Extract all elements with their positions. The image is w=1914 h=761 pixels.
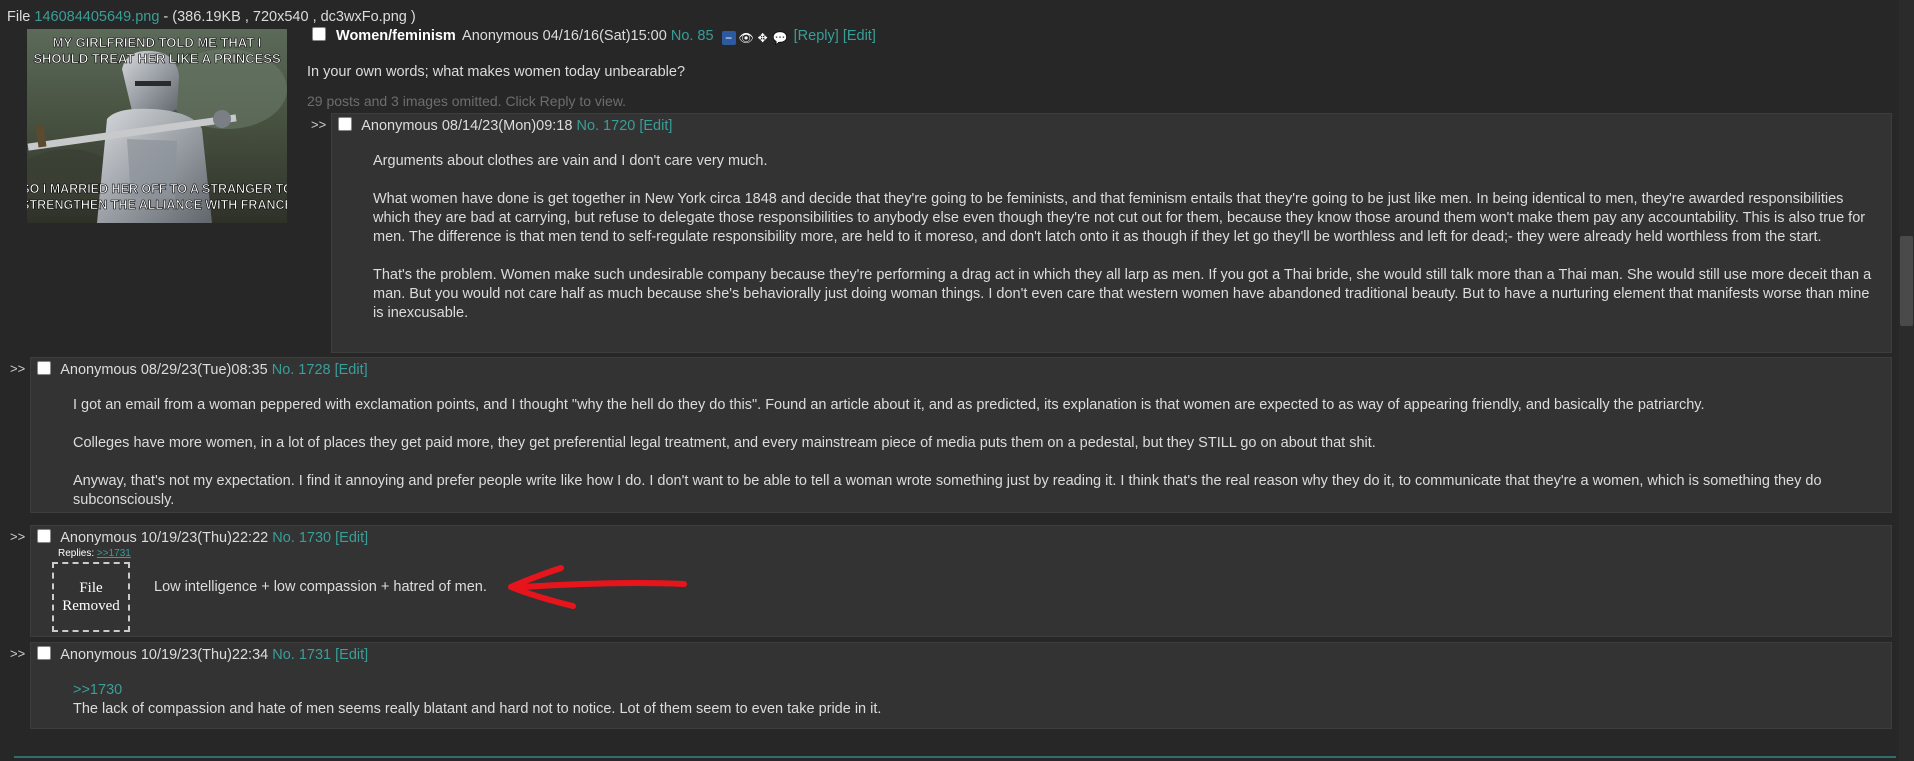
svg-text:SHOULD TREAT HER LIKE A PRINCE: SHOULD TREAT HER LIKE A PRINCESS: [33, 51, 281, 66]
eye-icon[interactable]: 👁: [739, 31, 754, 45]
file-details: - (386.19KB , 720x540 , dc3wxFo.png ): [159, 9, 416, 25]
post-1728: Anonymous 08/29/23(Tue)08:35 No. 1728 [E…: [30, 357, 1892, 513]
op-checkbox[interactable]: [312, 27, 326, 41]
svg-text:STRENGTHEN THE ALLIANCE WITH F: STRENGTHEN THE ALLIANCE WITH FRANCE: [27, 198, 287, 212]
post-paragraph: That's the problem. Women make such unde…: [373, 267, 1872, 321]
post-text: The lack of compassion and hate of men s…: [73, 701, 882, 717]
post-date: 10/19/23(Thu)22:22: [140, 530, 269, 546]
omitted-notice: 29 posts and 3 images omitted. Click Rep…: [307, 93, 627, 109]
post-body: I got an email from a woman peppered wit…: [73, 396, 1873, 510]
reply-arrows: >>: [10, 646, 26, 661]
post-1731: Anonymous 10/19/23(Thu)22:34 No. 1731 [E…: [30, 642, 1892, 729]
op-thumbnail[interactable]: MY GIRLFRIEND TOLD ME THAT I SHOULD TREA…: [27, 29, 287, 223]
knight-meme-image: MY GIRLFRIEND TOLD ME THAT I SHOULD TREA…: [27, 29, 287, 223]
expand-icon[interactable]: ✥: [756, 31, 770, 45]
op-reply-link[interactable]: [Reply]: [794, 28, 839, 44]
post-name: Anonymous: [60, 530, 137, 546]
post-name: Anonymous: [361, 118, 438, 134]
file-info-prefix: File: [7, 9, 35, 25]
post-paragraph: I got an email from a woman peppered wit…: [73, 397, 1705, 413]
post-1730: Anonymous 10/19/23(Thu)22:22 No. 1730 [E…: [30, 525, 1892, 637]
reply-arrows: >>: [10, 361, 26, 376]
file-link[interactable]: 146084405649.png: [34, 9, 159, 25]
file-info: File 146084405649.png - (386.19KB , 720x…: [7, 9, 416, 25]
bottom-divider: [14, 756, 1896, 758]
post-number[interactable]: No. 1730: [272, 530, 331, 546]
post-checkbox[interactable]: [37, 529, 51, 543]
post-checkbox[interactable]: [338, 117, 352, 131]
post-name: Anonymous: [60, 647, 137, 663]
red-arrow-annotation: [508, 565, 687, 609]
post-checkbox[interactable]: [37, 361, 51, 375]
op-edit-link[interactable]: [Edit]: [843, 28, 876, 44]
quote-link[interactable]: >>1730: [73, 681, 881, 700]
post-body: >>1730 The lack of compassion and hate o…: [73, 681, 881, 719]
post-paragraph: Arguments about clothes are vain and I d…: [373, 153, 768, 169]
replies-link[interactable]: >>1731: [97, 548, 131, 559]
replies-line: Replies: >>1731: [58, 548, 131, 559]
post-paragraph: Colleges have more women, in a lot of pl…: [73, 435, 1376, 451]
post-body: Low intelligence + low compassion + hatr…: [154, 579, 487, 595]
post-header: Anonymous 08/29/23(Tue)08:35 No. 1728 [E…: [37, 361, 368, 378]
post-paragraph: What women have done is get together in …: [373, 191, 1866, 245]
post-edit-link[interactable]: [Edit]: [335, 647, 368, 663]
file-removed-placeholder: File Removed: [52, 562, 130, 632]
op-icons: − 👁 ✥ 💬: [721, 31, 788, 45]
post-header: Anonymous 10/19/23(Thu)22:34 No. 1731 [E…: [37, 646, 368, 663]
op-name: Anonymous: [462, 28, 539, 44]
post-checkbox[interactable]: [37, 646, 51, 660]
op-subject: Women/feminism: [336, 28, 456, 44]
svg-text:MY GIRLFRIEND TOLD ME THAT I: MY GIRLFRIEND TOLD ME THAT I: [53, 35, 262, 50]
post-body: Arguments about clothes are vain and I d…: [373, 152, 1873, 323]
post-header: Anonymous 08/14/23(Mon)09:18 No. 1720 [E…: [338, 117, 672, 134]
post-date: 08/29/23(Tue)08:35: [140, 362, 268, 378]
scrollbar[interactable]: [1899, 0, 1914, 761]
svg-text:SO I MARRIED HER OFF TO A STRA: SO I MARRIED HER OFF TO A STRANGER TO: [27, 182, 287, 196]
post-edit-link[interactable]: [Edit]: [335, 362, 368, 378]
post-date: 10/19/23(Thu)22:34: [140, 647, 269, 663]
post-edit-link[interactable]: [Edit]: [335, 530, 368, 546]
post-number[interactable]: No. 1731: [272, 647, 331, 663]
post-name: Anonymous: [60, 362, 137, 378]
reply-arrows: >>: [311, 117, 327, 132]
scrollbar-thumb[interactable]: [1900, 236, 1913, 326]
op-number[interactable]: No. 85: [671, 28, 714, 44]
post-paragraph: Anyway, that's not my expectation. I fin…: [73, 473, 1822, 508]
post-number[interactable]: No. 1720: [576, 118, 635, 134]
op-date: 04/16/16(Sat)15:00: [542, 28, 667, 44]
file-removed-line: Removed: [62, 598, 120, 614]
post-edit-link[interactable]: [Edit]: [639, 118, 672, 134]
post-number[interactable]: No. 1728: [272, 362, 331, 378]
op-header: Women/feminism Anonymous 04/16/16(Sat)15…: [312, 27, 876, 45]
reply-arrows: >>: [10, 529, 26, 544]
minus-icon[interactable]: −: [721, 31, 736, 45]
replies-label: Replies:: [58, 548, 95, 559]
post-header: Anonymous 10/19/23(Thu)22:22 No. 1730 [E…: [37, 529, 368, 546]
comment-icon[interactable]: 💬: [773, 31, 788, 45]
op-body: In your own words; what makes women toda…: [307, 64, 686, 80]
file-removed-line: File: [79, 580, 103, 596]
post-date: 08/14/23(Mon)09:18: [441, 118, 573, 134]
post-1720: Anonymous 08/14/23(Mon)09:18 No. 1720 [E…: [331, 113, 1892, 353]
